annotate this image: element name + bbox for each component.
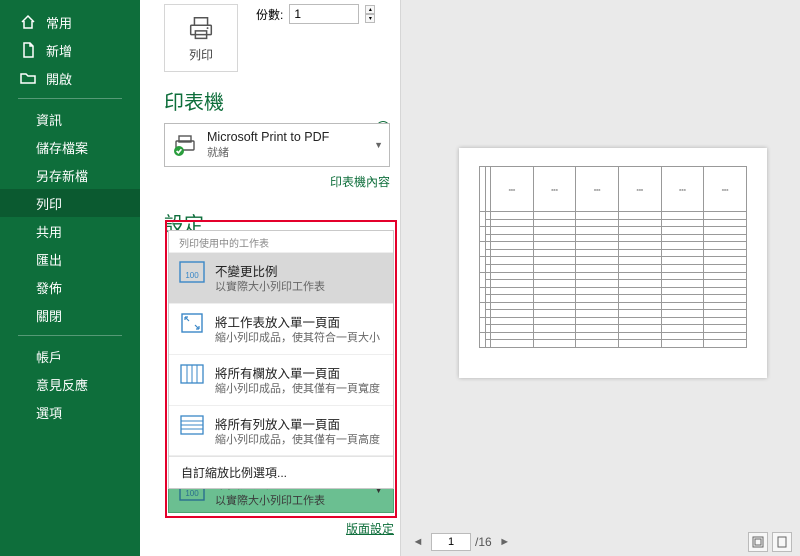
sidebar-item-label: 資訊 [36, 110, 62, 129]
sidebar-item-label: 列印 [36, 194, 62, 213]
copies-spinner: ▴ ▾ [365, 5, 375, 23]
prev-page-button[interactable]: ◄ [409, 533, 427, 551]
printer-status: 就緒 [207, 144, 329, 160]
option-sub: 以實際大小列印工作表 [215, 280, 325, 295]
sidebar-item-save[interactable]: 儲存檔案 [0, 133, 140, 161]
sidebar-item-label: 關閉 [36, 306, 62, 325]
option-title: 將所有列放入單一頁面 [215, 414, 380, 433]
backstage-sidebar: 常用 新增 開啟 資訊 儲存檔案 另存新檔 列印 共用 匯出 發佈 關閉 帳戶 … [0, 0, 140, 556]
sidebar-item-open[interactable]: 開啟 [0, 64, 140, 92]
sidebar-item-export[interactable]: 匯出 [0, 245, 140, 273]
sidebar-item-close[interactable]: 關閉 [0, 301, 140, 329]
page-number-input[interactable] [431, 533, 471, 551]
print-preview-pane: xxxxxxxxxxxxxxxxxx [400, 0, 800, 556]
sidebar-item-info[interactable]: 資訊 [0, 105, 140, 133]
sidebar-item-new[interactable]: 新增 [0, 36, 140, 64]
page-setup-link[interactable]: 版面設定 [346, 520, 394, 537]
sidebar-item-account[interactable]: 帳戶 [0, 342, 140, 370]
sidebar-item-label: 開啟 [46, 69, 72, 88]
page-navigation-bar: ◄ /16 ► [401, 528, 800, 556]
sidebar-item-publish[interactable]: 發佈 [0, 273, 140, 301]
actual-size-icon: 100 [179, 261, 205, 283]
option-title: 將工作表放入單一頁面 [215, 312, 380, 331]
sidebar-separator [18, 98, 122, 99]
sidebar-item-feedback[interactable]: 意見反應 [0, 370, 140, 398]
scaling-option-no-scale[interactable]: 100 不變更比例 以實際大小列印工作表 [169, 253, 393, 304]
sidebar-item-print[interactable]: 列印 [0, 189, 140, 217]
printer-icon [186, 14, 216, 44]
sidebar-item-label: 發佈 [36, 278, 62, 297]
sidebar-item-saveas[interactable]: 另存新檔 [0, 161, 140, 189]
sidebar-item-label: 另存新檔 [36, 166, 88, 185]
fit-rows-icon [179, 414, 205, 436]
sidebar-item-label: 共用 [36, 222, 62, 241]
copies-input[interactable] [289, 4, 359, 24]
fit-page-icon [179, 312, 205, 334]
svg-text:100: 100 [185, 271, 199, 280]
print-preview-page: xxxxxxxxxxxxxxxxxx [459, 148, 767, 378]
sidebar-item-label: 選項 [36, 403, 62, 422]
sidebar-item-label: 帳戶 [36, 347, 62, 366]
folder-open-icon [20, 70, 36, 86]
preview-table: xxxxxxxxxxxxxxxxxx [479, 166, 747, 348]
custom-scaling-option[interactable]: 自訂縮放比例選項... [169, 456, 393, 488]
home-icon [20, 14, 36, 30]
sidebar-item-label: 意見反應 [36, 375, 88, 394]
copies-row: 份數: ▴ ▾ [256, 4, 375, 24]
option-title: 不變更比例 [215, 261, 325, 280]
option-sub: 縮小列印成品，使其僅有一頁高度 [215, 433, 380, 448]
next-page-button[interactable]: ► [496, 533, 514, 551]
printer-name: Microsoft Print to PDF [207, 130, 329, 144]
sidebar-item-label: 匯出 [36, 250, 62, 269]
option-sub: 縮小列印成品，使其符合一頁大小 [215, 331, 380, 346]
copies-spin-up[interactable]: ▴ [365, 5, 375, 14]
file-new-icon [20, 42, 36, 58]
print-button[interactable]: 列印 [164, 4, 238, 72]
sidebar-item-share[interactable]: 共用 [0, 217, 140, 245]
chevron-down-icon: ▼ [374, 140, 383, 150]
printer-dropdown[interactable]: Microsoft Print to PDF 就緒 ▼ [164, 123, 390, 167]
scaling-current-sub: 以實際大小列印工作表 [215, 492, 325, 508]
scaling-option-fit-sheet[interactable]: 將工作表放入單一頁面 縮小列印成品，使其符合一頁大小 [169, 304, 393, 355]
page-setup-row: 版面設定 [168, 520, 394, 537]
copies-spin-down[interactable]: ▾ [365, 14, 375, 23]
sidebar-item-options[interactable]: 選項 [0, 398, 140, 426]
printer-heading: 印表機 [164, 86, 390, 115]
sidebar-item-label: 新增 [46, 41, 72, 60]
option-title: 將所有欄放入單一頁面 [215, 363, 380, 382]
sidebar-item-label: 常用 [46, 13, 72, 32]
scaling-option-fit-columns[interactable]: 將所有欄放入單一頁面 縮小列印成品，使其僅有一頁寬度 [169, 355, 393, 406]
option-sub: 縮小列印成品，使其僅有一頁寬度 [215, 382, 380, 397]
printer-properties-link[interactable]: 印表機內容 [164, 173, 390, 190]
sidebar-item-home[interactable]: 常用 [0, 8, 140, 36]
sidebar-item-label: 儲存檔案 [36, 138, 88, 157]
show-margins-button[interactable] [748, 532, 768, 552]
sidebar-separator [18, 335, 122, 336]
scaling-option-fit-rows[interactable]: 將所有列放入單一頁面 縮小列印成品，使其僅有一頁高度 [169, 406, 393, 457]
svg-text:100: 100 [185, 489, 199, 498]
print-button-label: 列印 [189, 46, 213, 63]
scaling-options-menu: 列印使用中的工作表 100 不變更比例 以實際大小列印工作表 將工作表放入單一頁… [168, 230, 394, 489]
page-total: /16 [475, 535, 492, 549]
copies-label: 份數: [256, 6, 283, 23]
cut-off-option: 列印使用中的工作表 [169, 231, 393, 253]
fit-columns-icon [179, 363, 205, 385]
printer-ready-icon [173, 134, 199, 156]
zoom-to-page-button[interactable] [772, 532, 792, 552]
